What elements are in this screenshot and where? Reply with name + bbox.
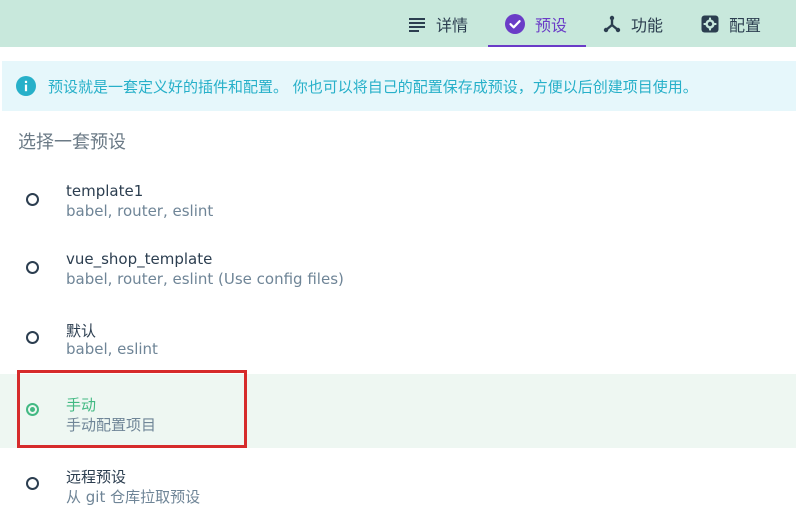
radio-button-selected[interactable] [26, 403, 39, 416]
gear-icon [701, 15, 719, 33]
info-banner: 预设就是一套定义好的插件和配置。 你也可以将自己的配置保存成预设，方便以后创建项… [2, 61, 796, 111]
preset-description: babel, router, eslint [66, 202, 214, 220]
fork-icon [603, 15, 621, 33]
tab-features-label: 功能 [631, 15, 664, 35]
list-icon [408, 16, 426, 32]
tab-presets-label: 预设 [535, 15, 568, 35]
tab-config-label: 配置 [729, 15, 762, 35]
preset-option-remote[interactable]: 远程预设 从 git 仓库拉取预设 [0, 452, 796, 518]
radio-button[interactable] [26, 193, 39, 206]
preset-option-vue-shop-template[interactable]: vue_shop_template babel, router, eslint … [0, 236, 796, 302]
preset-name: 默认 [66, 322, 97, 340]
tab-presets[interactable]: 预设 [488, 0, 586, 47]
preset-description: 从 git 仓库拉取预设 [66, 488, 201, 506]
radio-button[interactable] [26, 261, 39, 274]
preset-option-template1[interactable]: template1 babel, router, eslint [0, 168, 796, 234]
top-tab-bar: 详情 预设 功能 配置 [0, 0, 796, 47]
preset-description: 手动配置项目 [66, 416, 157, 434]
check-circle-icon [505, 13, 525, 34]
tab-details[interactable]: 详情 [408, 0, 480, 47]
tab-features[interactable]: 功能 [603, 0, 675, 47]
preset-option-manual[interactable]: 手动 手动配置项目 [0, 374, 796, 448]
preset-name: 手动 [66, 396, 97, 414]
preset-option-default[interactable]: 默认 babel, eslint [0, 306, 796, 372]
preset-name: vue_shop_template [66, 250, 213, 268]
preset-name: template1 [66, 182, 144, 200]
info-icon [16, 76, 36, 96]
preset-description: babel, eslint [66, 340, 158, 358]
preset-name: 远程预设 [66, 468, 127, 486]
radio-button[interactable] [26, 331, 39, 344]
tab-config[interactable]: 配置 [701, 0, 773, 47]
section-title: 选择一套预设 [18, 132, 126, 153]
radio-button[interactable] [26, 477, 39, 490]
info-text: 预设就是一套定义好的插件和配置。 你也可以将自己的配置保存成预设，方便以后创建项… [48, 77, 698, 96]
preset-description: babel, router, eslint (Use config files) [66, 270, 344, 288]
tab-details-label: 详情 [436, 15, 469, 35]
